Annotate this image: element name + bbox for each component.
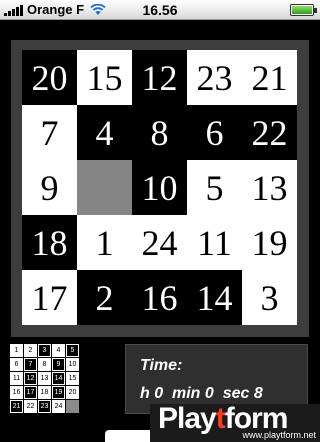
- puzzle-tile[interactable]: 5: [187, 160, 242, 215]
- puzzle-tile[interactable]: 4: [77, 105, 132, 160]
- puzzle-tile[interactable]: 10: [132, 160, 187, 215]
- puzzle-tile[interactable]: 18: [22, 215, 77, 270]
- solution-preview: 1 2 3 4 5 6 7 8 9 10 11 12 13 14 15 16 17 18 19 20 21 22 23 24: [10, 344, 81, 415]
- wifi-icon: [90, 3, 106, 15]
- preview-tile: 19: [52, 386, 65, 399]
- preview-tile: 20: [66, 386, 79, 399]
- preview-tile: 10: [66, 358, 79, 371]
- preview-tile: 17: [24, 386, 37, 399]
- preview-tile: 5: [66, 344, 79, 357]
- preview-tile: 15: [66, 372, 79, 385]
- puzzle-tile[interactable]: 22: [242, 105, 297, 160]
- empty-slot: [77, 160, 132, 215]
- preview-tile: 3: [38, 344, 51, 357]
- puzzle-tile[interactable]: 15: [77, 50, 132, 105]
- puzzle-tile[interactable]: 8: [132, 105, 187, 160]
- preview-tile: 6: [10, 358, 23, 371]
- puzzle-board: 20 15 12 23 21 7 4 8 6 22 9 10 5 13 18 1 24 11 19 17 2 16 14 3: [22, 50, 298, 325]
- preview-tile: 8: [38, 358, 51, 371]
- signal-strength-icon: [4, 4, 23, 16]
- puzzle-tile[interactable]: 14: [187, 270, 242, 325]
- puzzle-tile[interactable]: 9: [22, 160, 77, 215]
- preview-tile: 11: [10, 372, 23, 385]
- puzzle-tile[interactable]: 24: [132, 215, 187, 270]
- watermark-url: www.playtform.net: [242, 430, 316, 440]
- puzzle-tile[interactable]: 17: [22, 270, 77, 325]
- puzzle-tile[interactable]: 23: [187, 50, 242, 105]
- preview-tile: 12: [24, 372, 37, 385]
- preview-tile: 4: [52, 344, 65, 357]
- status-bar: Orange F 16.56: [0, 0, 320, 20]
- puzzle-tile[interactable]: 2: [77, 270, 132, 325]
- puzzle-tile[interactable]: 21: [242, 50, 297, 105]
- puzzle-tile[interactable]: 3: [242, 270, 297, 325]
- preview-tile: 16: [10, 386, 23, 399]
- puzzle-tile[interactable]: 11: [187, 215, 242, 270]
- preview-tile: [66, 400, 79, 413]
- preview-tile: 9: [52, 358, 65, 371]
- puzzle-tile[interactable]: 20: [22, 50, 77, 105]
- preview-tile: 22: [24, 400, 37, 413]
- preview-tile: 18: [38, 386, 51, 399]
- puzzle-tile[interactable]: 7: [22, 105, 77, 160]
- preview-tile: 24: [52, 400, 65, 413]
- preview-tile: 23: [38, 400, 51, 413]
- preview-tile: 21: [10, 400, 23, 413]
- preview-tile: 2: [24, 344, 37, 357]
- preview-tile: 7: [24, 358, 37, 371]
- preview-tile: 13: [38, 372, 51, 385]
- puzzle-tile[interactable]: 19: [242, 215, 297, 270]
- preview-tile: 1: [10, 344, 23, 357]
- battery-icon: [290, 4, 317, 16]
- timer-value: h 0 min 0 sec 8: [140, 385, 263, 402]
- puzzle-tile[interactable]: 13: [242, 160, 297, 215]
- preview-tile: 14: [52, 372, 65, 385]
- puzzle-tile[interactable]: 12: [132, 50, 187, 105]
- puzzle-tile[interactable]: 1: [77, 215, 132, 270]
- watermark: Playtform www.playtform.net: [150, 402, 320, 442]
- timer-label: Time:: [140, 357, 183, 374]
- carrier-name: Orange F: [27, 2, 85, 17]
- puzzle-tile[interactable]: 16: [132, 270, 187, 325]
- puzzle-tile[interactable]: 6: [187, 105, 242, 160]
